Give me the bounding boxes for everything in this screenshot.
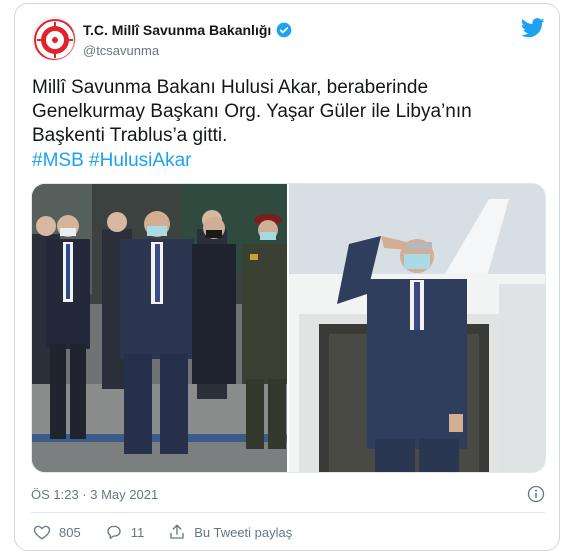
tweet-meta-row: ÖS 1:23 · 3 May 2021 <box>31 485 545 503</box>
divider <box>31 512 545 513</box>
twitter-bird-icon[interactable] <box>521 18 545 38</box>
account-avatar[interactable] <box>32 17 76 61</box>
share-button[interactable]: Bu Tweeti paylaş <box>168 523 292 541</box>
display-name[interactable]: T.C. Millî Savunma Bakanlığı <box>83 22 271 38</box>
hashtag-row: #MSB #HulusiAkar <box>32 149 191 173</box>
like-button[interactable]: 805 <box>33 523 81 541</box>
tweet-text-line: Millî Savunma Bakanı Hulusi Akar, berabe… <box>32 77 429 98</box>
hashtag-hulusiakar[interactable]: #HulusiAkar <box>89 150 191 171</box>
info-icon[interactable] <box>527 485 545 503</box>
reply-count: 11 <box>130 524 145 540</box>
verified-badge-icon <box>276 22 292 38</box>
photo-minister-saluting[interactable] <box>289 184 545 472</box>
delegation-photo-image <box>32 184 287 472</box>
share-label: Bu Tweeti paylaş <box>194 524 293 540</box>
hashtag-msb[interactable]: #MSB <box>32 150 84 171</box>
reply-bubble-icon <box>107 525 121 540</box>
saluting-photo-image <box>289 184 545 472</box>
tweet-card: T.C. Millî Savunma Bakanlığı @tcsavunma … <box>14 3 560 551</box>
tweet-text-line: Genelkurmay Başkanı Org. Yaşar Güler ile… <box>32 101 472 122</box>
account-name-row: T.C. Millî Savunma Bakanlığı <box>83 22 292 38</box>
share-upload-icon <box>170 524 184 539</box>
photo-delegation-walking[interactable] <box>32 184 287 472</box>
tweet-timestamp[interactable]: ÖS 1:23 · 3 May 2021 <box>31 487 158 502</box>
tweet-media <box>31 183 546 473</box>
heart-icon <box>33 525 51 540</box>
msb-emblem-icon <box>34 19 75 60</box>
reply-button[interactable]: 11 <box>105 523 145 541</box>
tweet-text-line: Başkenti Trablus’a gitti. <box>32 125 228 146</box>
like-count: 805 <box>59 524 81 540</box>
tweet-actions: 805 11 Bu Tweeti paylaş <box>33 523 316 541</box>
tweet-text: Millî Savunma Bakanı Hulusi Akar, berabe… <box>32 76 537 148</box>
account-handle[interactable]: @tcsavunma <box>83 43 159 58</box>
